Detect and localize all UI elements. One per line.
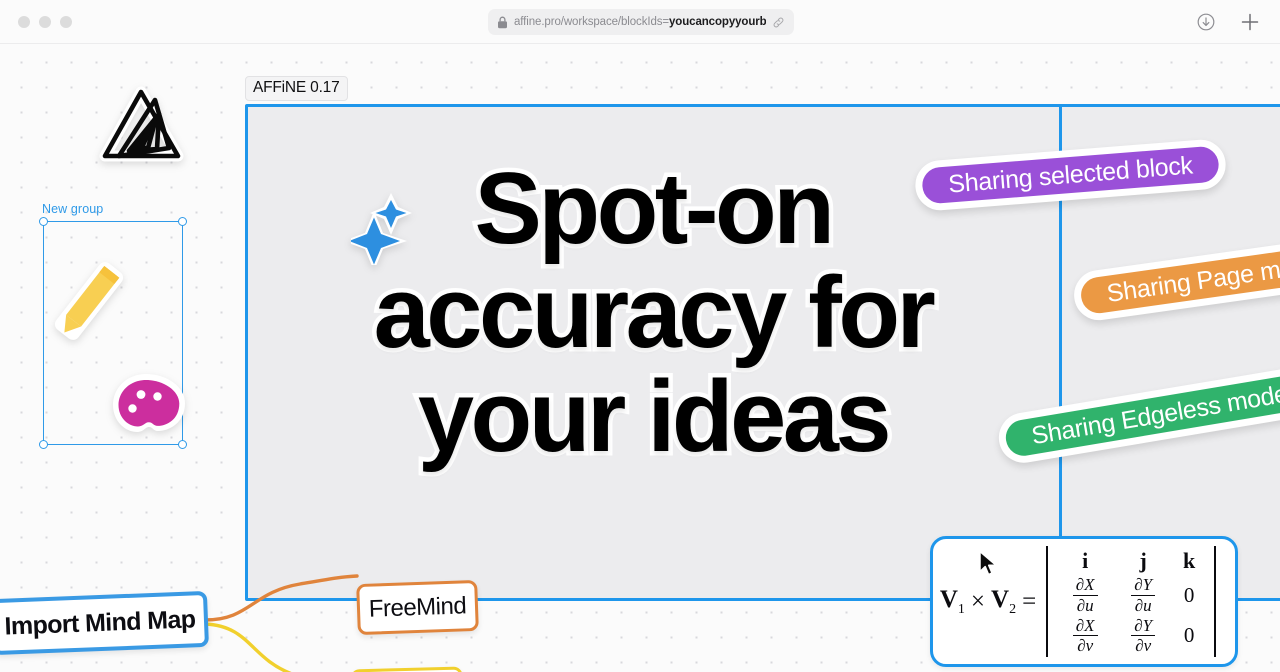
close-window-button[interactable]: [18, 16, 30, 28]
window-traffic-lights[interactable]: [18, 16, 72, 28]
plus-icon[interactable]: [1238, 10, 1262, 34]
mindmap-root-node[interactable]: Import Mind Map: [0, 590, 209, 656]
math-cross: ×: [970, 587, 985, 615]
link-icon[interactable]: [772, 16, 785, 29]
math-cell-r1c1: ∂X ∂u: [1072, 575, 1098, 615]
mindmap-root-label: Import Mind Map: [4, 604, 196, 641]
sticker-label: Sharing selected block: [947, 150, 1194, 199]
resize-handle-top-left[interactable]: [39, 217, 48, 226]
frame-title-label[interactable]: AFFiNE 0.17: [245, 76, 348, 101]
math-cell-r1c3: 0: [1183, 582, 1195, 607]
pencil-sticker-icon[interactable]: [47, 255, 131, 347]
address-bar[interactable]: affine.pro/workspace/blockIds=youcancopy…: [488, 9, 794, 35]
math-v1: V: [939, 585, 958, 613]
math-cell-r1c2: ∂Y ∂u: [1131, 575, 1156, 615]
edgeless-canvas[interactable]: AFFiNE 0.17 New group Spot-on accuracy f…: [0, 44, 1280, 672]
group-label: New group: [42, 202, 104, 216]
math-header-j: j: [1139, 547, 1147, 573]
palette-sticker-icon[interactable]: [110, 371, 188, 443]
math-header-k: k: [1183, 547, 1196, 573]
math-formula-card[interactable]: V1 × V2 = i j k ∂X ∂u ∂Y ∂u 0 ∂X ∂v ∂Y ∂…: [930, 536, 1238, 667]
page-title: Spot-on accuracy for your ideas: [369, 153, 940, 474]
url-prefix: affine.pro/workspace/blockIds=: [514, 16, 670, 28]
math-determinant: i j k ∂X ∂u ∂Y ∂u 0 ∂X ∂v ∂Y ∂v 0: [1046, 545, 1217, 658]
resize-handle-top-right[interactable]: [178, 217, 187, 226]
resize-handle-bottom-left[interactable]: [39, 440, 48, 449]
mouse-cursor: [978, 550, 1000, 578]
address-bar-text: affine.pro/workspace/blockIds=youcancopy…: [514, 16, 766, 28]
math-cell-r2c3: 0: [1183, 623, 1195, 648]
mindmap-node-label: FreeMind: [368, 591, 467, 623]
affine-spiral-logo-icon: [99, 86, 184, 168]
minimize-window-button[interactable]: [39, 16, 51, 28]
mindmap-node-opml[interactable]: OPML: [350, 666, 464, 672]
browser-toolbar-actions: [1194, 10, 1262, 34]
math-header-i: i: [1082, 547, 1089, 573]
math-v2: V: [991, 585, 1010, 613]
math-lhs: V1 × V2 =: [940, 586, 1036, 618]
browser-titlebar: affine.pro/workspace/blockIds=youcancopy…: [0, 0, 1280, 44]
math-v1-sub: 1: [957, 601, 965, 617]
browser-window: affine.pro/workspace/blockIds=youcancopy…: [0, 0, 1280, 672]
download-circle-icon[interactable]: [1194, 10, 1218, 34]
maximize-window-button[interactable]: [60, 16, 72, 28]
lock-icon: [497, 16, 508, 29]
math-v2-sub: 2: [1009, 601, 1017, 617]
math-cell-r2c2: ∂Y ∂v: [1131, 616, 1156, 656]
mindmap-node-freemind[interactable]: FreeMind: [356, 579, 479, 636]
math-equals: =: [1022, 587, 1037, 615]
url-highlight: youcancopyyourblockid!: [669, 16, 766, 28]
math-cell-r2c1: ∂X ∂v: [1072, 616, 1098, 656]
